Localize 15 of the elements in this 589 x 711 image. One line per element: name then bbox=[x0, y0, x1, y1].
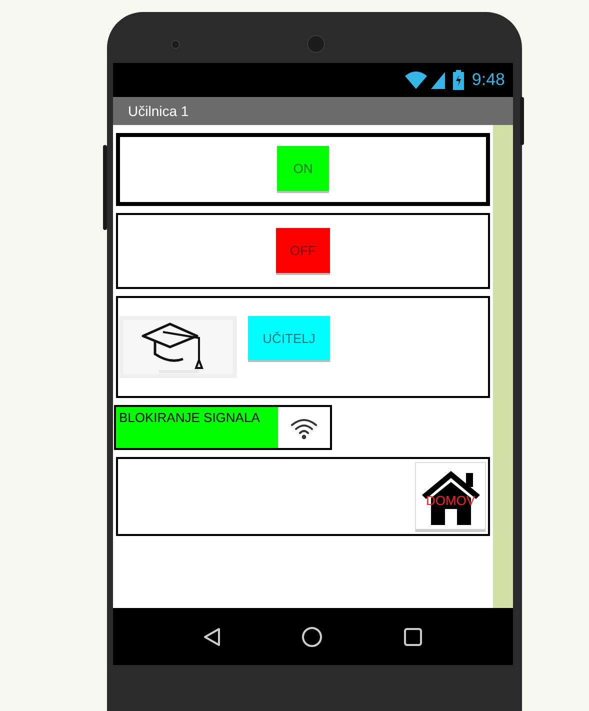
home-icon[interactable] bbox=[301, 626, 323, 648]
toggle-button[interactable]: OFF bbox=[276, 228, 330, 274]
screen-title: Učilnica 1 bbox=[128, 103, 189, 119]
recents-icon[interactable] bbox=[403, 626, 423, 646]
camera-icon bbox=[307, 35, 325, 53]
signal-block-label: BLOKIRANJE SIGNALA bbox=[116, 407, 278, 448]
teacher-button[interactable]: UČITELJ bbox=[248, 316, 330, 362]
status-time: 9:48 bbox=[472, 70, 505, 90]
back-icon[interactable] bbox=[203, 626, 221, 646]
wifi-icon bbox=[404, 71, 427, 89]
toggle-button[interactable]: ON bbox=[277, 146, 329, 193]
wifi-icon[interactable] bbox=[290, 416, 318, 440]
signal-icon bbox=[430, 72, 445, 88]
sensor-icon bbox=[171, 40, 180, 48]
battery-icon bbox=[452, 70, 464, 90]
